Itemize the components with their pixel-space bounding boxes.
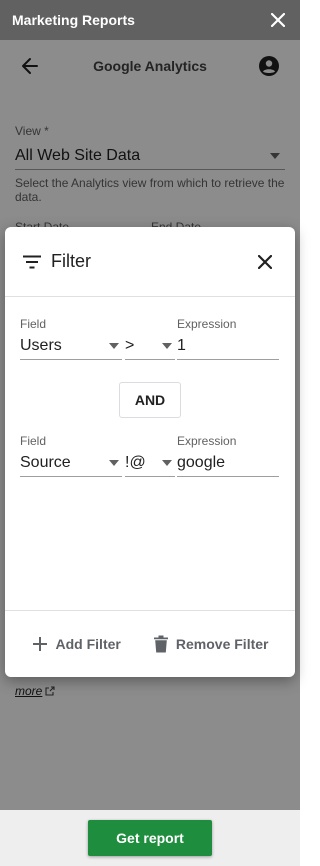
chevron-down-icon	[109, 342, 119, 349]
remove-filter-label: Remove Filter	[175, 636, 269, 652]
expression-input[interactable]	[177, 332, 279, 360]
expression-label: Expression	[177, 317, 237, 331]
close-icon[interactable]	[253, 250, 277, 274]
dialog-footer: Add Filter Remove Filter	[5, 610, 295, 677]
plus-icon	[32, 637, 47, 651]
close-icon[interactable]	[268, 10, 288, 30]
get-report-button[interactable]: Get report	[88, 820, 212, 856]
field-select[interactable]: Source	[20, 449, 122, 477]
and-button[interactable]: AND	[119, 382, 181, 418]
trash-icon	[153, 635, 168, 653]
chevron-down-icon	[162, 459, 172, 466]
operator-select-value: >	[125, 336, 135, 354]
chevron-down-icon	[162, 342, 172, 349]
field-select-value: Users	[20, 336, 62, 354]
add-filter-button[interactable]: Add Filter	[32, 636, 121, 652]
title-bar: Marketing Reports	[0, 0, 300, 40]
field-select-value: Source	[20, 453, 71, 471]
field-label: Field	[20, 317, 47, 331]
app-title: Marketing Reports	[12, 12, 135, 28]
page: Marketing Reports Google Analytics View …	[0, 0, 300, 866]
operator-select-value: !@	[125, 453, 146, 471]
expression-input[interactable]	[177, 449, 279, 477]
field-label: Field	[20, 434, 47, 448]
operator-select[interactable]: !@	[125, 449, 175, 477]
remove-filter-button[interactable]: Remove Filter	[153, 635, 269, 653]
add-filter-label: Add Filter	[55, 636, 121, 652]
field-select[interactable]: Users	[20, 332, 122, 360]
operator-select[interactable]: >	[125, 332, 175, 360]
dialog-title: Filter	[51, 251, 91, 271]
chevron-down-icon	[109, 459, 119, 466]
filter-icon	[23, 252, 43, 272]
dialog-header: Filter	[5, 227, 295, 297]
footer: Get report	[0, 810, 300, 866]
expression-label: Expression	[177, 434, 237, 448]
filter-dialog: Filter Field Users > Expression AND Fiel…	[5, 227, 295, 677]
